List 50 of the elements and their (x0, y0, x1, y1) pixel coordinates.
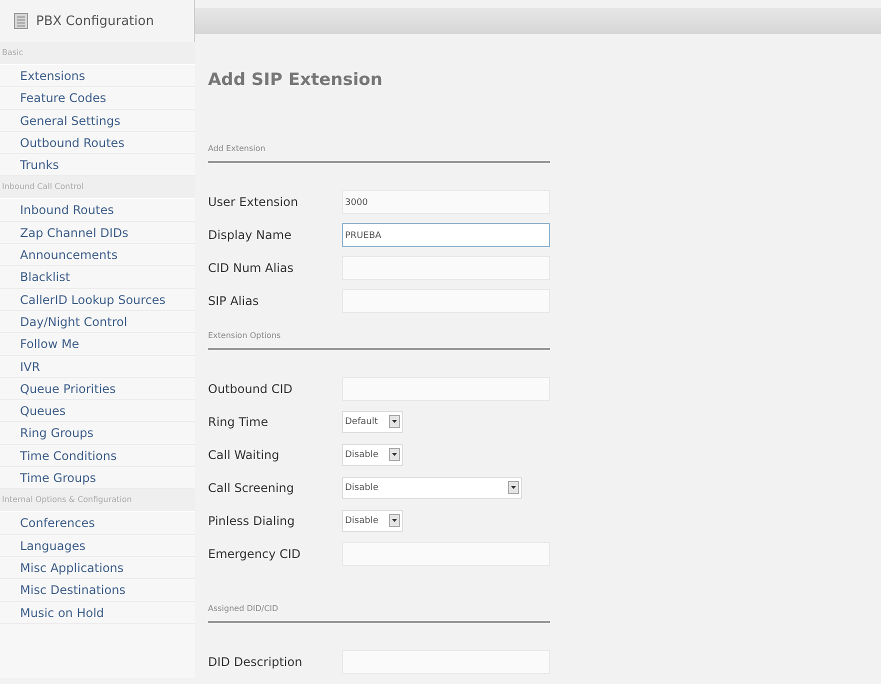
section-heading: Extension Options (208, 331, 282, 340)
field-label: Outbound CID (208, 382, 294, 396)
sidebar-item[interactable]: Day/Night Control (0, 310, 195, 334)
caret-icon (508, 481, 519, 494)
input-field[interactable]: 3000 (342, 190, 550, 214)
sidebar-item[interactable]: Time Conditions (0, 444, 195, 468)
sidebar-item[interactable]: Announcements (0, 244, 195, 266)
sidebar-item[interactable]: Outbound Routes (0, 132, 195, 154)
field-label: CID Num Alias (208, 260, 295, 274)
caret-icon (389, 514, 400, 527)
field-label: SIP Alias (208, 294, 260, 308)
document-icon (14, 13, 28, 29)
input-field[interactable]: PRUEBA (342, 222, 550, 246)
sidebar-item[interactable]: Misc Applications (0, 556, 195, 580)
page-title: Add SIP Extension (208, 70, 384, 90)
sidebar-heading: Internal Options & Configuration (0, 489, 195, 512)
field-label: Ring Time (208, 414, 270, 428)
caret-icon (389, 415, 400, 428)
sidebar-item[interactable]: CallerID Lookup Sources (0, 288, 195, 311)
sidebar-item[interactable]: Blacklist (0, 266, 195, 289)
field-label: User Extension (208, 194, 300, 208)
field-label: DID Description (208, 654, 304, 668)
sidebar-item[interactable]: General Settings (0, 110, 195, 132)
dropdown[interactable]: Disable (342, 444, 403, 466)
sidebar-item[interactable]: IVR (0, 356, 195, 378)
sidebar-item[interactable]: Inbound Routes (0, 199, 195, 222)
dropdown[interactable]: Disable (342, 476, 522, 498)
sidebar-item[interactable]: Follow Me (0, 333, 195, 356)
sidebar-item[interactable]: Queue Priorities (0, 378, 195, 400)
dropdown[interactable]: Default (342, 410, 403, 432)
sidebar-heading: Inbound Call Control (0, 176, 195, 200)
section-heading: Add Extension (208, 144, 266, 153)
dropdown[interactable]: Disable (342, 510, 403, 532)
sidebar-heading: Basic (0, 42, 195, 65)
sidebar-item[interactable]: Ring Groups (0, 422, 195, 445)
sidebar-item[interactable]: Languages (0, 534, 195, 557)
field-label: Emergency CID (208, 546, 302, 560)
field-label: Call Waiting (208, 448, 280, 462)
sidebar-item[interactable]: Conferences (0, 512, 195, 535)
caret-icon (389, 448, 400, 461)
sidebar-item[interactable]: Music on Hold (0, 602, 195, 624)
sidebar-item[interactable]: Feature Codes (0, 87, 195, 110)
section-heading: Assigned DID/CID (208, 604, 280, 613)
sidebar-item[interactable]: Queues (0, 400, 195, 422)
sidebar-item[interactable]: Zap Channel DIDs (0, 222, 195, 244)
field-label: Pinless Dialing (208, 514, 296, 528)
field-label: Call Screening (208, 480, 296, 494)
field-label: Display Name (208, 228, 292, 242)
sidebar-item[interactable]: Misc Destinations (0, 579, 195, 602)
sidebar-item[interactable]: Extensions (0, 65, 195, 88)
